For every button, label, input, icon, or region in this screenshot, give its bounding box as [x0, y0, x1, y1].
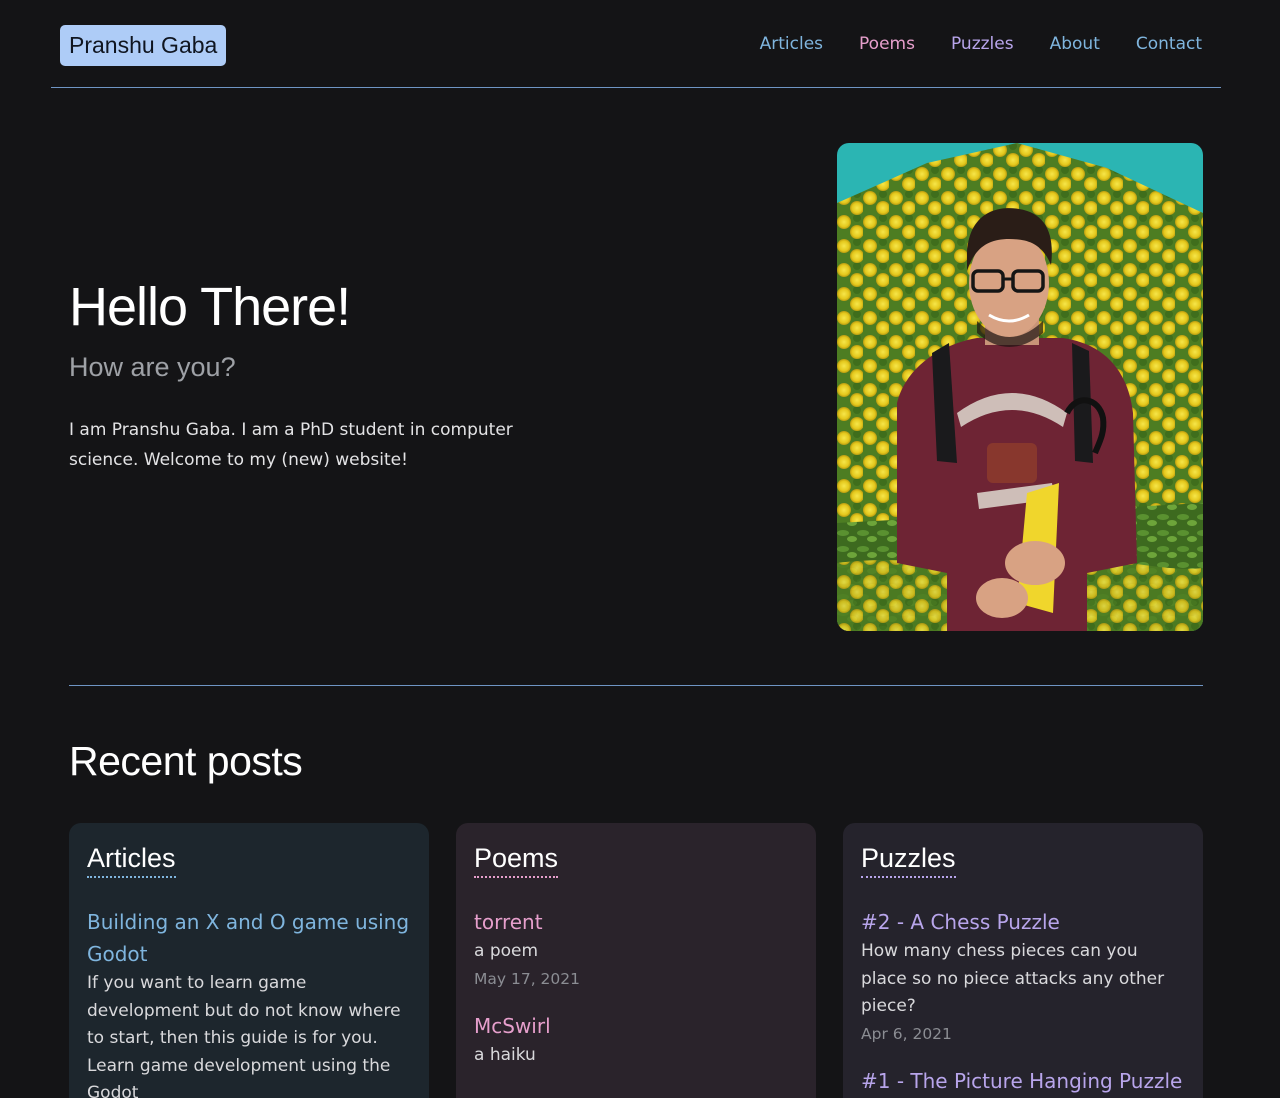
nav-poems[interactable]: Poems: [859, 34, 915, 54]
post-item: #1 - The Picture Hanging Puzzle: [861, 1065, 1185, 1097]
card-heading[interactable]: Poems: [474, 843, 559, 878]
post-title-link[interactable]: McSwirl: [474, 1010, 798, 1042]
card-poems: Poems torrent a poem May 17, 2021 McSwir…: [456, 823, 816, 1098]
post-item: torrent a poem May 17, 2021: [474, 906, 798, 988]
post-title-link[interactable]: Building an X and O game using Godot: [87, 906, 411, 970]
hero-intro: I am Pranshu Gaba. I am a PhD student in…: [69, 420, 513, 470]
site-logo-link[interactable]: Pranshu Gaba: [60, 25, 227, 66]
post-description: a poem: [474, 941, 539, 961]
nav-articles[interactable]: Articles: [760, 34, 823, 54]
nav-contact[interactable]: Contact: [1136, 34, 1202, 54]
recent-posts-title: Recent posts: [69, 738, 303, 784]
post-description: How many chess pieces can you place so n…: [861, 941, 1165, 1016]
card-heading[interactable]: Articles: [87, 843, 176, 878]
post-item: McSwirl a haiku: [474, 1010, 798, 1070]
post-title-link[interactable]: #1 - The Picture Hanging Puzzle: [861, 1065, 1185, 1097]
page: Pranshu Gaba Articles Poems Puzzles Abou…: [0, 0, 1280, 1098]
post-description: a haiku: [474, 1044, 536, 1065]
hero-subtitle: How are you?: [69, 352, 236, 382]
post-title-link[interactable]: torrent: [474, 906, 798, 938]
section-divider: [69, 685, 1203, 686]
site-header: Pranshu Gaba Articles Poems Puzzles Abou…: [51, 0, 1221, 88]
post-item: Building an X and O game using Godot If …: [87, 906, 411, 1098]
post-title-link[interactable]: #2 - A Chess Puzzle: [861, 906, 1185, 938]
nav-puzzles[interactable]: Puzzles: [951, 34, 1014, 54]
profile-photo: [837, 143, 1203, 631]
hero-title: Hello There!: [69, 277, 351, 337]
card-puzzles: Puzzles #2 - A Chess Puzzle How many che…: [843, 823, 1203, 1098]
post-date: Apr 6, 2021: [861, 1024, 952, 1043]
post-date: May 17, 2021: [474, 969, 580, 988]
nav-about[interactable]: About: [1050, 34, 1100, 54]
card-articles: Articles Building an X and O game using …: [69, 823, 429, 1098]
post-item: #2 - A Chess Puzzle How many chess piece…: [861, 906, 1185, 1043]
main-nav: Articles Poems Puzzles About Contact: [724, 34, 1202, 54]
card-heading[interactable]: Puzzles: [861, 843, 956, 878]
post-description: If you want to learn game development bu…: [87, 973, 401, 1098]
